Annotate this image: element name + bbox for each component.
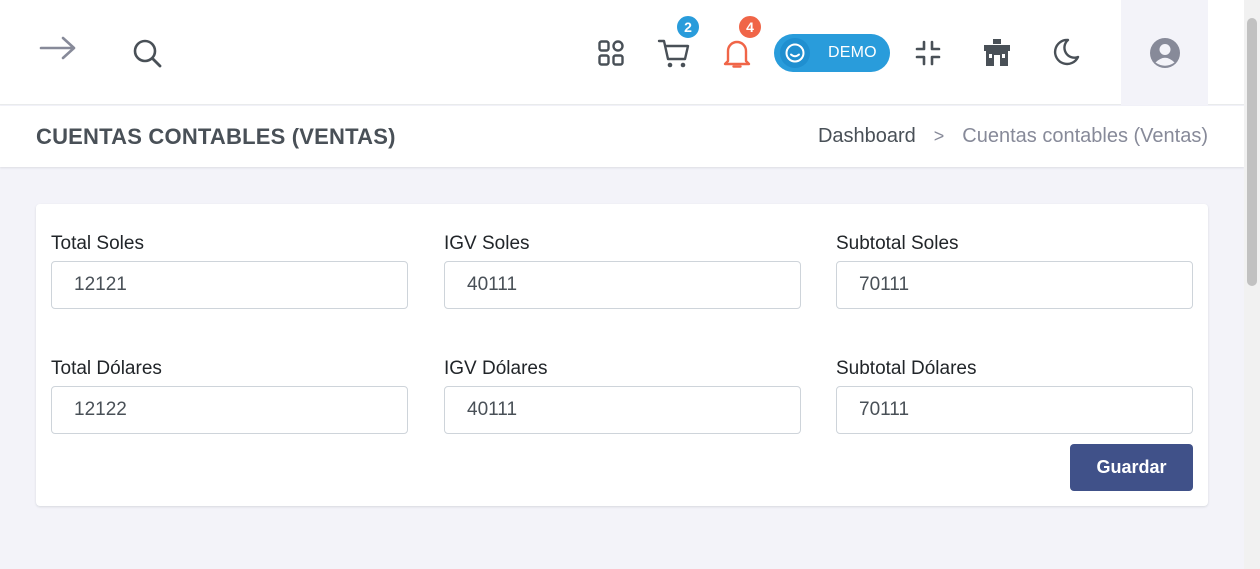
- subtotal-dolares-input[interactable]: [836, 386, 1193, 434]
- total-soles-input[interactable]: [51, 261, 408, 309]
- apps-grid-icon: [598, 40, 624, 66]
- igv-dolares-input[interactable]: [444, 386, 801, 434]
- store-button[interactable]: [981, 36, 1013, 68]
- igv-dolares-field: IGV Dólares: [444, 358, 801, 434]
- scrollbar-thumb[interactable]: [1247, 18, 1257, 286]
- arrow-right-icon: [39, 36, 76, 60]
- cart-icon: [657, 39, 690, 68]
- theme-toggle-button[interactable]: [1050, 36, 1082, 68]
- smile-icon: [780, 38, 810, 68]
- igv-soles-input[interactable]: [444, 261, 801, 309]
- exit-fullscreen-icon: [915, 40, 941, 66]
- bell-icon: [723, 40, 751, 68]
- demo-mode-toggle[interactable]: DEMO: [774, 34, 890, 72]
- save-button[interactable]: Guardar: [1070, 444, 1193, 491]
- fullscreen-button[interactable]: [913, 38, 943, 68]
- search-icon: [133, 39, 162, 68]
- topbar: 2 4 DEMO: [0, 0, 1244, 105]
- subtotal-dolares-field: Subtotal Dólares: [836, 358, 1193, 434]
- breadcrumb-dashboard-link[interactable]: Dashboard: [818, 125, 916, 148]
- accounts-form-card: Total Soles IGV Soles Subtotal Soles Tot…: [36, 204, 1208, 506]
- igv-dolares-label: IGV Dólares: [444, 358, 548, 379]
- apps-button[interactable]: [596, 38, 626, 68]
- user-avatar-icon: [1149, 37, 1180, 68]
- demo-label: DEMO: [828, 44, 877, 61]
- page-title: CUENTAS CONTABLES (VENTAS): [36, 124, 396, 149]
- breadcrumb-current: Cuentas contables (Ventas): [962, 125, 1208, 147]
- user-menu-button[interactable]: [1121, 0, 1208, 105]
- subtotal-soles-field: Subtotal Soles: [836, 233, 1193, 309]
- breadcrumb-separator: >: [933, 126, 945, 146]
- notifications-button[interactable]: [721, 36, 753, 70]
- total-dolares-input[interactable]: [51, 386, 408, 434]
- igv-soles-label: IGV Soles: [444, 233, 530, 254]
- moon-icon: [1053, 38, 1080, 66]
- total-soles-label: Total Soles: [51, 233, 144, 254]
- store-icon: [984, 39, 1010, 66]
- breadcrumb: Dashboard > Cuentas contables (Ventas): [818, 125, 1208, 148]
- igv-soles-field: IGV Soles: [444, 233, 801, 309]
- notifications-count-badge: 4: [737, 14, 763, 40]
- total-dolares-field: Total Dólares: [51, 358, 408, 434]
- page-title-bar: CUENTAS CONTABLES (VENTAS) Dashboard > C…: [0, 106, 1244, 167]
- cart-button[interactable]: [657, 36, 691, 70]
- cart-count-badge: 2: [675, 14, 701, 40]
- subtotal-dolares-label: Subtotal Dólares: [836, 358, 977, 379]
- menu-toggle-button[interactable]: [38, 33, 78, 63]
- total-soles-field: Total Soles: [51, 233, 408, 309]
- subtotal-soles-label: Subtotal Soles: [836, 233, 959, 254]
- search-button[interactable]: [130, 36, 164, 70]
- page-scrollbar[interactable]: [1244, 0, 1260, 569]
- subtotal-soles-input[interactable]: [836, 261, 1193, 309]
- total-dolares-label: Total Dólares: [51, 358, 162, 379]
